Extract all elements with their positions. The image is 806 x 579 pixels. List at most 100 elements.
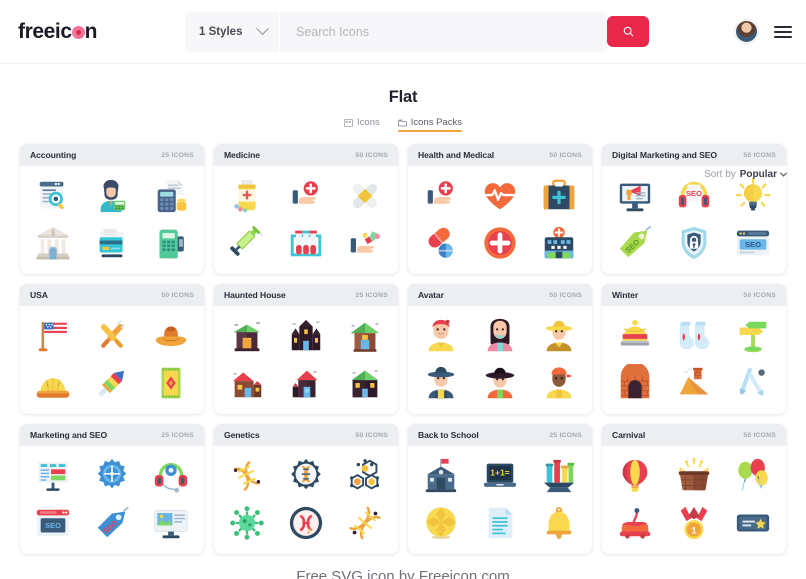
seo-tag-icon[interactable]: SEO xyxy=(612,221,658,265)
heartbeat-icon[interactable] xyxy=(477,174,523,218)
tab-icons[interactable]: Icons xyxy=(344,117,380,132)
seo-price-tag-icon[interactable]: SEO xyxy=(89,501,135,545)
dna-helix-icon[interactable] xyxy=(342,501,388,545)
icon-pack-card[interactable]: Marketing and SEO 25 ICONS SEO SEO xyxy=(20,424,204,554)
headset-support-icon[interactable] xyxy=(148,454,194,498)
icon-pack-card[interactable]: Winter 50 ICONS xyxy=(602,284,786,414)
seo-headphones-icon[interactable]: SEO xyxy=(671,174,717,218)
site-logo[interactable]: freeic n xyxy=(18,20,97,44)
hot-air-balloon-icon[interactable] xyxy=(612,454,658,498)
lab-flasks-icon[interactable] xyxy=(536,454,582,498)
icon-pack-header: Accounting 25 ICONS xyxy=(20,144,204,166)
hamburger-line xyxy=(774,35,792,38)
notebook-paper-icon[interactable] xyxy=(477,501,523,545)
icon-pack-card[interactable]: Health and Medical 50 ICONS xyxy=(408,144,592,274)
first-aid-kit-icon[interactable] xyxy=(536,174,582,218)
tab-icons-packs[interactable]: Icons Packs xyxy=(397,117,463,132)
firework-rocket-icon[interactable] xyxy=(89,361,135,405)
bandage-cross-icon[interactable] xyxy=(342,174,388,218)
avatar-woman-hat-icon[interactable] xyxy=(477,361,523,405)
apple-pie-icon[interactable] xyxy=(30,361,76,405)
usa-flag-icon[interactable] xyxy=(30,314,76,358)
hand-medical-cross-icon[interactable] xyxy=(283,174,329,218)
accountant-woman-icon[interactable] xyxy=(89,174,135,218)
pill-bottle-icon[interactable] xyxy=(224,174,270,218)
haunted-house-1-icon[interactable] xyxy=(224,314,270,358)
snow-roof-icon[interactable] xyxy=(671,361,717,405)
avatar-woman-long-hair-icon[interactable] xyxy=(477,314,523,358)
haunted-castle-icon[interactable] xyxy=(283,314,329,358)
icon-pack-card[interactable]: Avatar 50 ICONS xyxy=(408,284,592,414)
sort-by-control[interactable]: Sort by Popular xyxy=(704,169,788,180)
styles-dropdown[interactable]: 1 Styles xyxy=(185,12,279,52)
school-bell-icon[interactable] xyxy=(536,501,582,545)
haunted-house-2-icon[interactable] xyxy=(224,361,270,405)
search-input[interactable] xyxy=(280,24,607,39)
credit-card-icon[interactable] xyxy=(89,221,135,265)
icon-pack-preview-grid xyxy=(214,306,398,414)
avatar-man-cap-icon[interactable] xyxy=(536,361,582,405)
test-tube-rack-icon[interactable] xyxy=(283,221,329,265)
icon-pack-title: Haunted House xyxy=(224,290,286,300)
hand-pills-icon[interactable] xyxy=(342,221,388,265)
seo-browser-icon[interactable]: SEO xyxy=(730,221,776,265)
hamburger-menu-icon[interactable] xyxy=(774,25,792,38)
avatar-farmer-icon[interactable] xyxy=(418,361,464,405)
icon-pack-preview-grid: 1+1= xyxy=(408,446,592,554)
cowboy-hat-icon[interactable] xyxy=(148,314,194,358)
icon-pack-title: Accounting xyxy=(30,150,77,160)
icon-pack-card[interactable]: Carnival 50 ICONS 1 xyxy=(602,424,786,554)
dna-strand-icon[interactable] xyxy=(224,454,270,498)
icon-pack-card[interactable]: Digital Marketing and SEO 50 ICONS SEO SEO S… xyxy=(602,144,786,274)
haunted-tower-icon[interactable] xyxy=(283,361,329,405)
laptop-math-icon[interactable]: 1+1= xyxy=(477,454,523,498)
hospital-building-icon[interactable] xyxy=(536,221,582,265)
native-rug-icon[interactable] xyxy=(148,361,194,405)
search-submit-button[interactable] xyxy=(607,16,649,47)
icon-pack-card[interactable]: Accounting 25 ICONS $ xyxy=(20,144,204,274)
winter-beanie-icon[interactable] xyxy=(612,314,658,358)
virus-cell-icon[interactable] xyxy=(224,501,270,545)
winter-socks-icon[interactable] xyxy=(671,314,717,358)
baseball-bats-icon[interactable] xyxy=(89,314,135,358)
haunted-manor-icon[interactable] xyxy=(342,361,388,405)
gold-medal-icon[interactable]: 1 xyxy=(671,501,717,545)
icon-pack-card[interactable]: Back to School 25 ICONS 1+1= xyxy=(408,424,592,554)
molecule-honeycomb-icon[interactable] xyxy=(342,454,388,498)
invoice-search-icon[interactable] xyxy=(30,174,76,218)
medical-cross-circle-icon[interactable] xyxy=(477,221,523,265)
icon-pack-card[interactable]: Medicine 50 ICONS xyxy=(214,144,398,274)
bank-building-icon[interactable]: $ xyxy=(30,221,76,265)
image-monitor-icon[interactable] xyxy=(148,501,194,545)
avatar-man-beret-icon[interactable] xyxy=(418,314,464,358)
dna-gear-icon[interactable] xyxy=(283,454,329,498)
school-building-icon[interactable] xyxy=(418,454,464,498)
lightbulb-idea-icon[interactable] xyxy=(730,174,776,218)
icon-pack-card[interactable]: Haunted House 25 ICONS xyxy=(214,284,398,414)
capsule-pills-icon[interactable] xyxy=(418,221,464,265)
ball-yellow-icon[interactable] xyxy=(418,501,464,545)
bumper-car-icon[interactable] xyxy=(612,501,658,545)
avatar-man-straw-hat-icon[interactable] xyxy=(536,314,582,358)
party-balloons-icon[interactable] xyxy=(730,454,776,498)
haunted-cabin-icon[interactable] xyxy=(342,314,388,358)
icon-pack-card[interactable]: Genetics 50 ICONS xyxy=(214,424,398,554)
monitor-megaphone-icon[interactable] xyxy=(612,174,658,218)
fireplace-icon[interactable] xyxy=(612,361,658,405)
icon-pack-card[interactable]: USA 50 ICONS xyxy=(20,284,204,414)
security-lock-shield-icon[interactable] xyxy=(671,221,717,265)
card-reader-coins-icon[interactable] xyxy=(148,174,194,218)
pos-terminal-icon[interactable] xyxy=(148,221,194,265)
avatar[interactable] xyxy=(735,20,758,43)
snow-signpost-icon[interactable] xyxy=(730,314,776,358)
hand-medical-cross-icon[interactable] xyxy=(418,174,464,218)
icon-pack-header: Winter 50 ICONS xyxy=(602,284,786,306)
syringe-icon[interactable] xyxy=(224,221,270,265)
seo-window-icon[interactable]: SEO xyxy=(30,501,76,545)
ski-poles-icon[interactable] xyxy=(730,361,776,405)
chromosome-circle-icon[interactable] xyxy=(283,501,329,545)
ticket-star-icon[interactable] xyxy=(730,501,776,545)
firework-box-icon[interactable] xyxy=(671,454,717,498)
dashboard-board-icon[interactable] xyxy=(30,454,76,498)
gear-target-icon[interactable] xyxy=(89,454,135,498)
